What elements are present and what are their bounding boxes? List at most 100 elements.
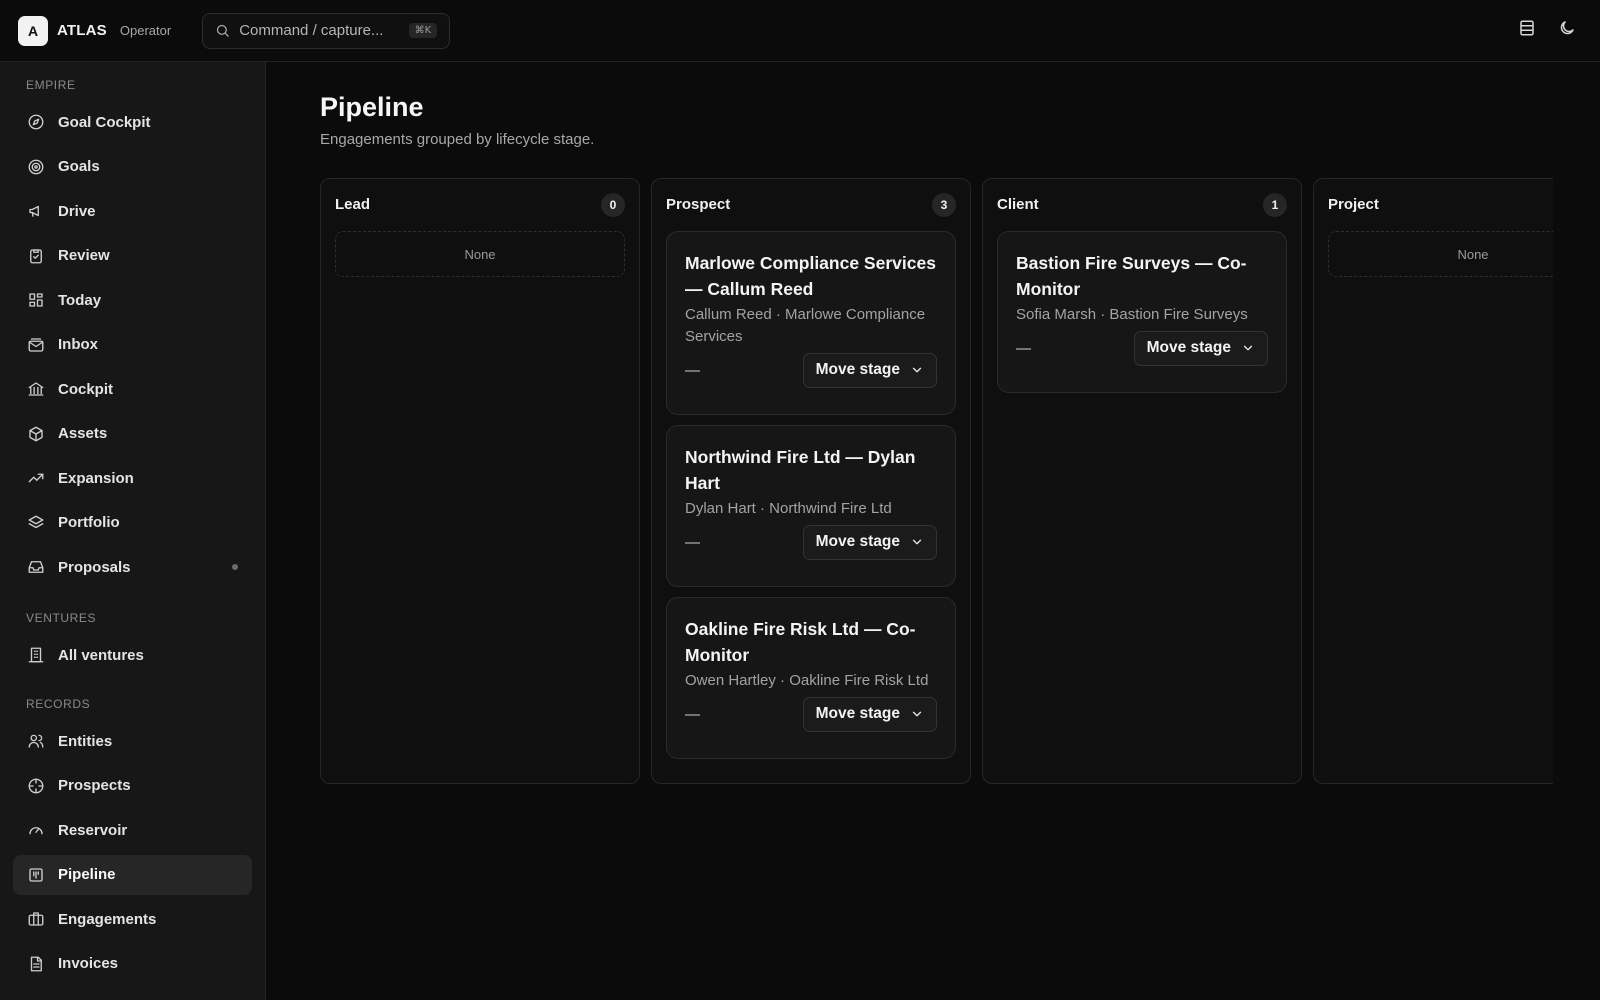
sidebar-item-label: Prospects bbox=[58, 777, 131, 794]
sidebar-item-label: Portfolio bbox=[58, 514, 120, 531]
sidebar-item-cockpit[interactable]: Cockpit bbox=[13, 369, 252, 409]
command-search[interactable]: Command / capture... ⌘K bbox=[202, 12, 451, 49]
top-bar: A ATLAS Operator Command / capture... ⌘K bbox=[0, 0, 1600, 62]
gauge-icon bbox=[27, 821, 45, 839]
column-title: Client bbox=[997, 196, 1039, 213]
move-stage-label: Move stage bbox=[815, 705, 900, 722]
page-subtitle: Engagements grouped by lifecycle stage. bbox=[320, 131, 595, 148]
sidebar-item-inbox[interactable]: Inbox bbox=[13, 325, 252, 365]
layers-icon bbox=[27, 514, 45, 532]
column-title: Lead bbox=[335, 196, 371, 213]
notification-dot bbox=[232, 564, 238, 570]
card-subtitle: Sofia Marsh · Bastion Fire Surveys bbox=[1016, 306, 1248, 323]
sidebar-item-assets[interactable]: Assets bbox=[13, 414, 252, 454]
card-title[interactable]: Marlowe Compliance Services — Callum Ree… bbox=[685, 250, 937, 302]
card-title[interactable]: Northwind Fire Ltd — Dylan Hart bbox=[685, 444, 937, 496]
card-value: — bbox=[685, 361, 700, 379]
moon-icon[interactable] bbox=[1558, 19, 1576, 37]
move-stage-button[interactable]: Move stage bbox=[802, 524, 937, 560]
sidebar-item-subscriptions[interactable]: Subscriptions bbox=[13, 988, 252, 1000]
sidebar-item-label: Proposals bbox=[58, 558, 131, 576]
compass-icon bbox=[27, 113, 45, 131]
sidebar-item-label: Today bbox=[58, 291, 102, 309]
card-title[interactable]: Bastion Fire Surveys — Co-Monitor bbox=[1016, 250, 1268, 302]
sidebar-item-label: Reservoir bbox=[58, 821, 128, 839]
chevron-down-icon bbox=[910, 535, 924, 549]
chevron-down-icon bbox=[910, 707, 924, 721]
engagement-card[interactable]: Marlowe Compliance Services — Callum Ree… bbox=[666, 231, 956, 415]
briefcase-icon bbox=[27, 910, 45, 928]
sidebar-item-label: Review bbox=[58, 247, 110, 264]
dashboard-icon bbox=[27, 291, 45, 309]
sidebar-item-goal-cockpit[interactable]: Goal Cockpit bbox=[13, 102, 252, 142]
card-value: — bbox=[685, 533, 700, 551]
file-text-icon bbox=[27, 955, 45, 973]
sidebar-item-review[interactable]: Review bbox=[13, 236, 252, 276]
sidebar-item-goals[interactable]: Goals bbox=[13, 147, 252, 187]
sidebar-item-proposals[interactable]: Proposals bbox=[13, 547, 252, 587]
sidebar-item-drive[interactable]: Drive bbox=[13, 191, 252, 231]
app-name: ATLAS bbox=[57, 22, 107, 39]
column-prospect: Prospect 3 Marlowe Compliance Services — C… bbox=[651, 178, 971, 784]
move-stage-button[interactable]: Move stage bbox=[1133, 330, 1268, 366]
column-count-badge: 1 bbox=[1263, 193, 1287, 217]
sidebar-item-label: Pipeline bbox=[58, 866, 116, 883]
column-lead: Lead 0 None bbox=[320, 178, 640, 784]
empty-column-placeholder: None bbox=[335, 231, 625, 277]
sidebar-item-all-ventures[interactable]: All ventures bbox=[13, 635, 252, 675]
kanban-icon bbox=[27, 866, 45, 884]
move-stage-label: Move stage bbox=[815, 361, 900, 378]
move-stage-button[interactable]: Move stage bbox=[802, 352, 937, 388]
inbox-icon bbox=[27, 558, 45, 576]
search-placeholder: Command / capture... bbox=[239, 22, 384, 39]
sidebar-item-expansion[interactable]: Expansion bbox=[13, 458, 252, 498]
engagement-card[interactable]: Bastion Fire Surveys — Co-Monitor Sofia M… bbox=[997, 231, 1287, 393]
card-value: — bbox=[1016, 339, 1031, 357]
app-role: Operator bbox=[119, 23, 172, 38]
shortcut-hint: ⌘K bbox=[408, 23, 438, 38]
page-title: Pipeline bbox=[320, 92, 424, 122]
pipeline-board: Lead 0 None Prospect 3 Marlowe Compliance Ser… bbox=[320, 178, 1553, 848]
sidebar-item-label: Goal Cockpit bbox=[58, 113, 151, 131]
sidebar-item-label: Engagements bbox=[58, 910, 157, 928]
sidebar-item-invoices[interactable]: Invoices bbox=[13, 944, 252, 984]
move-stage-label: Move stage bbox=[815, 533, 900, 550]
sidebar-item-entities[interactable]: Entities bbox=[13, 721, 252, 761]
chevron-down-icon bbox=[1241, 341, 1255, 355]
column-count-badge: 0 bbox=[601, 193, 625, 217]
empty-column-placeholder: None bbox=[1328, 231, 1553, 277]
card-subtitle: Owen Hartley · Oakline Fire Risk Ltd bbox=[685, 672, 929, 689]
package-icon bbox=[27, 425, 45, 443]
sidebar-item-prospects[interactable]: Prospects bbox=[13, 766, 252, 806]
sidebar-item-label: Inbox bbox=[58, 336, 98, 353]
card-subtitle: Callum Reed · Marlowe Compliance Service… bbox=[685, 306, 926, 345]
sidebar-item-label: All ventures bbox=[58, 646, 144, 664]
sidebar-item-label: Expansion bbox=[58, 469, 134, 487]
layout-icon[interactable] bbox=[1518, 19, 1536, 37]
sidebar-item-label: Goals bbox=[58, 158, 100, 175]
sidebar: EMPIRE Goal Cockpit Goals Drive Review Today I… bbox=[0, 62, 266, 1000]
move-stage-label: Move stage bbox=[1146, 339, 1231, 356]
card-value: — bbox=[685, 705, 700, 723]
move-stage-button[interactable]: Move stage bbox=[802, 696, 937, 732]
users-icon bbox=[27, 732, 45, 750]
mail-stack-icon bbox=[27, 336, 45, 354]
clipboard-check-icon bbox=[27, 247, 45, 265]
sidebar-item-engagements[interactable]: Engagements bbox=[13, 899, 252, 939]
sidebar-section-label: RECORDS bbox=[26, 697, 91, 711]
column-project: Project None bbox=[1313, 178, 1553, 784]
sidebar-item-label: Cockpit bbox=[58, 380, 114, 398]
sidebar-item-pipeline[interactable]: Pipeline bbox=[13, 854, 252, 895]
chevron-down-icon bbox=[910, 363, 924, 377]
sidebar-item-label: Invoices bbox=[58, 955, 119, 972]
sidebar-item-label: Entities bbox=[58, 732, 113, 750]
sidebar-section-label: EMPIRE bbox=[26, 78, 76, 92]
sidebar-item-portfolio[interactable]: Portfolio bbox=[13, 503, 252, 543]
sidebar-item-today[interactable]: Today bbox=[13, 280, 252, 320]
sidebar-item-reservoir[interactable]: Reservoir bbox=[13, 810, 252, 850]
app-logo[interactable]: A bbox=[18, 15, 48, 46]
building-icon bbox=[27, 646, 45, 664]
engagement-card[interactable]: Northwind Fire Ltd — Dylan Hart Dylan Har… bbox=[666, 425, 956, 587]
card-title[interactable]: Oakline Fire Risk Ltd — Co-Monitor bbox=[685, 616, 937, 668]
engagement-card[interactable]: Oakline Fire Risk Ltd — Co-Monitor Owen H… bbox=[666, 597, 956, 759]
